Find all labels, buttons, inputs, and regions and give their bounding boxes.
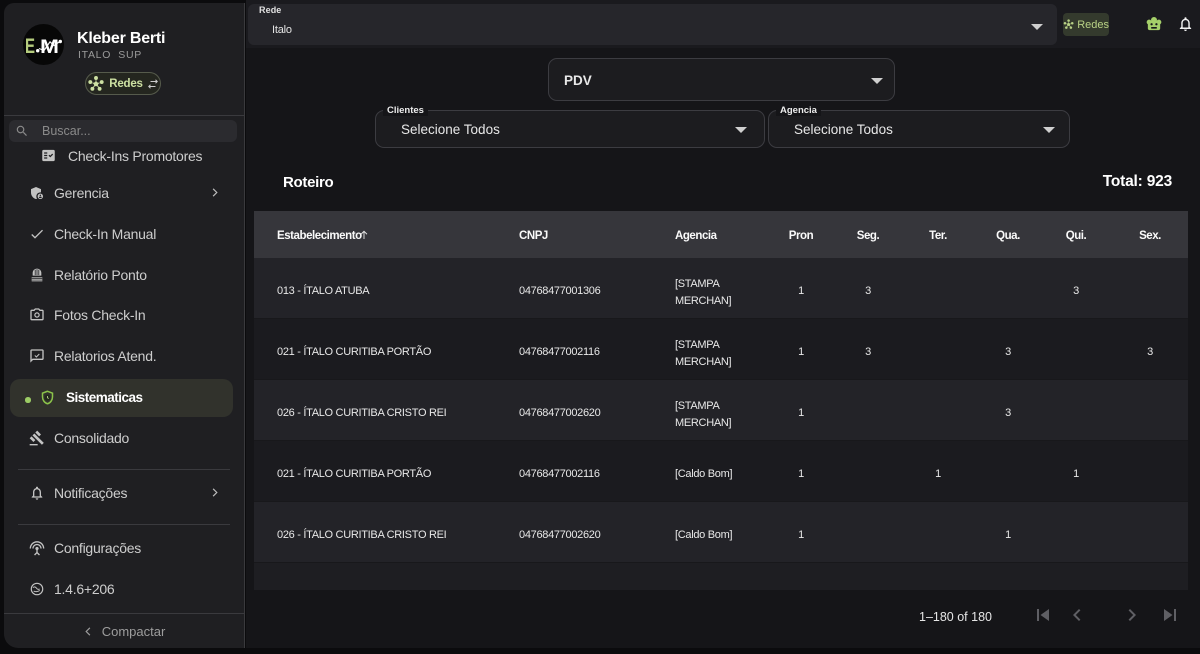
svg-text:E: E [25,35,35,58]
svg-text:M: M [40,37,59,58]
